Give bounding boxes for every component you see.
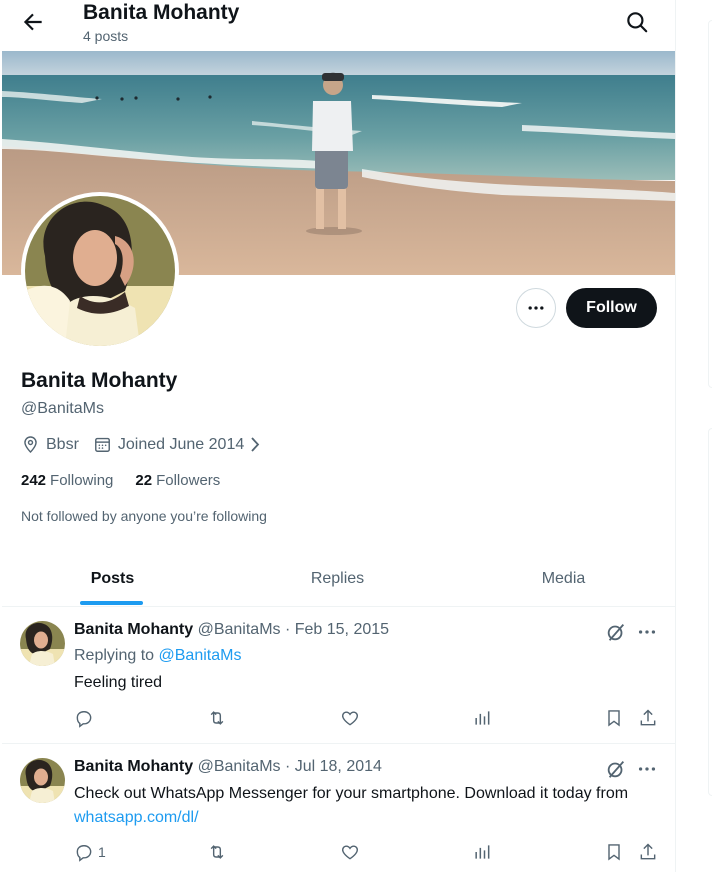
reply-button[interactable] [74, 707, 94, 729]
sidebar-card [708, 428, 712, 796]
post-link[interactable]: whatsapp.com/dl/ [74, 809, 199, 826]
post-header: Banita Mohanty @BanitaMs · Jul 18, 2014 [74, 758, 382, 776]
profile-column: Banita Mohanty 4 posts Follow Banita Moh… [2, 0, 676, 872]
profile-avatar[interactable] [21, 192, 179, 350]
replying-to: Replying to @BanitaMs [74, 647, 241, 665]
post-item[interactable]: Banita Mohanty @BanitaMs · Feb 15, 2015 … [2, 607, 675, 744]
chevron-right-icon[interactable] [248, 435, 262, 454]
post-author-name[interactable]: Banita Mohanty [74, 621, 193, 638]
following-count: 242 [21, 472, 47, 489]
follow-button[interactable]: Follow [566, 288, 657, 328]
tab-posts[interactable]: Posts [2, 552, 223, 605]
following-label: Following [50, 472, 114, 489]
post-actions: 1 [74, 841, 664, 863]
sidebar-card [708, 20, 712, 388]
views-icon [475, 711, 490, 725]
post-text-body: Check out WhatsApp Messenger for your sm… [74, 785, 629, 802]
post-meta[interactable]: @BanitaMs · Jul 18, 2014 [198, 758, 382, 775]
top-header: Banita Mohanty 4 posts [2, 0, 675, 50]
post-text: Check out WhatsApp Messenger for your sm… [74, 782, 654, 830]
share-button[interactable] [638, 707, 658, 729]
header-title: Banita Mohanty [83, 1, 240, 24]
views-button[interactable] [472, 707, 492, 729]
retweet-button[interactable] [207, 707, 227, 729]
post-header: Banita Mohanty @BanitaMs · Feb 15, 2015 [74, 621, 389, 639]
share-icon [640, 709, 656, 726]
post-author-name[interactable]: Banita Mohanty [74, 758, 193, 775]
profile-joined: Joined June 2014 [117, 435, 245, 453]
profile-name: Banita Mohanty [21, 369, 178, 392]
retweet-icon [210, 711, 224, 725]
profile-meta: Bbsr Joined June 2014 [21, 435, 262, 454]
share-icon [640, 843, 656, 860]
profile-tabs: Posts Replies Media [2, 552, 675, 607]
grok-icon[interactable] [605, 758, 627, 780]
replying-handle-link[interactable]: @BanitaMs [159, 647, 242, 664]
views-button[interactable] [472, 841, 492, 863]
reply-button[interactable]: 1 [74, 841, 106, 863]
like-button[interactable] [340, 707, 360, 729]
post-text: Feeling tired [74, 674, 163, 691]
header-post-count: 4 posts [83, 28, 129, 44]
bookmark-icon [608, 710, 620, 727]
reply-icon [76, 845, 92, 862]
retweet-button[interactable] [207, 841, 227, 863]
more-horizontal-icon[interactable] [636, 758, 658, 780]
following-link[interactable]: 242 Following [21, 472, 113, 489]
more-horizontal-icon[interactable] [636, 621, 658, 643]
post-avatar[interactable] [20, 758, 65, 803]
grok-icon[interactable] [605, 621, 627, 643]
bookmark-button[interactable] [604, 841, 624, 863]
followers-link[interactable]: 22 Followers [135, 472, 220, 489]
like-icon [342, 845, 358, 860]
bookmark-icon [608, 844, 620, 861]
tab-replies[interactable]: Replies [223, 552, 452, 605]
reply-icon [76, 711, 92, 728]
location-pin-icon [21, 435, 40, 454]
more-options-button[interactable] [516, 288, 556, 328]
bookmark-button[interactable] [604, 707, 624, 729]
followers-label: Followers [156, 472, 221, 489]
search-icon[interactable] [624, 9, 650, 35]
follow-stats: 242 Following 22 Followers [21, 472, 220, 489]
share-button[interactable] [638, 841, 658, 863]
retweet-icon [210, 845, 224, 859]
like-button[interactable] [340, 841, 360, 863]
post-avatar[interactable] [20, 621, 65, 666]
reply-count: 1 [98, 844, 106, 860]
like-icon [342, 711, 358, 726]
back-arrow-icon[interactable] [20, 9, 46, 35]
active-tab-indicator [80, 601, 143, 605]
post-item[interactable]: Banita Mohanty @BanitaMs · Jul 18, 2014 … [2, 744, 675, 872]
profile-handle: @BanitaMs [21, 400, 104, 417]
replying-prefix: Replying to [74, 647, 155, 664]
tab-media[interactable]: Media [452, 552, 675, 605]
followers-count: 22 [135, 472, 153, 489]
calendar-icon [93, 435, 112, 454]
more-horizontal-icon [528, 306, 544, 310]
post-meta[interactable]: @BanitaMs · Feb 15, 2015 [198, 621, 389, 638]
views-icon [475, 845, 490, 859]
not-followed-note: Not followed by anyone you’re following [21, 508, 267, 524]
post-actions [74, 707, 664, 729]
profile-location: Bbsr [46, 435, 79, 453]
